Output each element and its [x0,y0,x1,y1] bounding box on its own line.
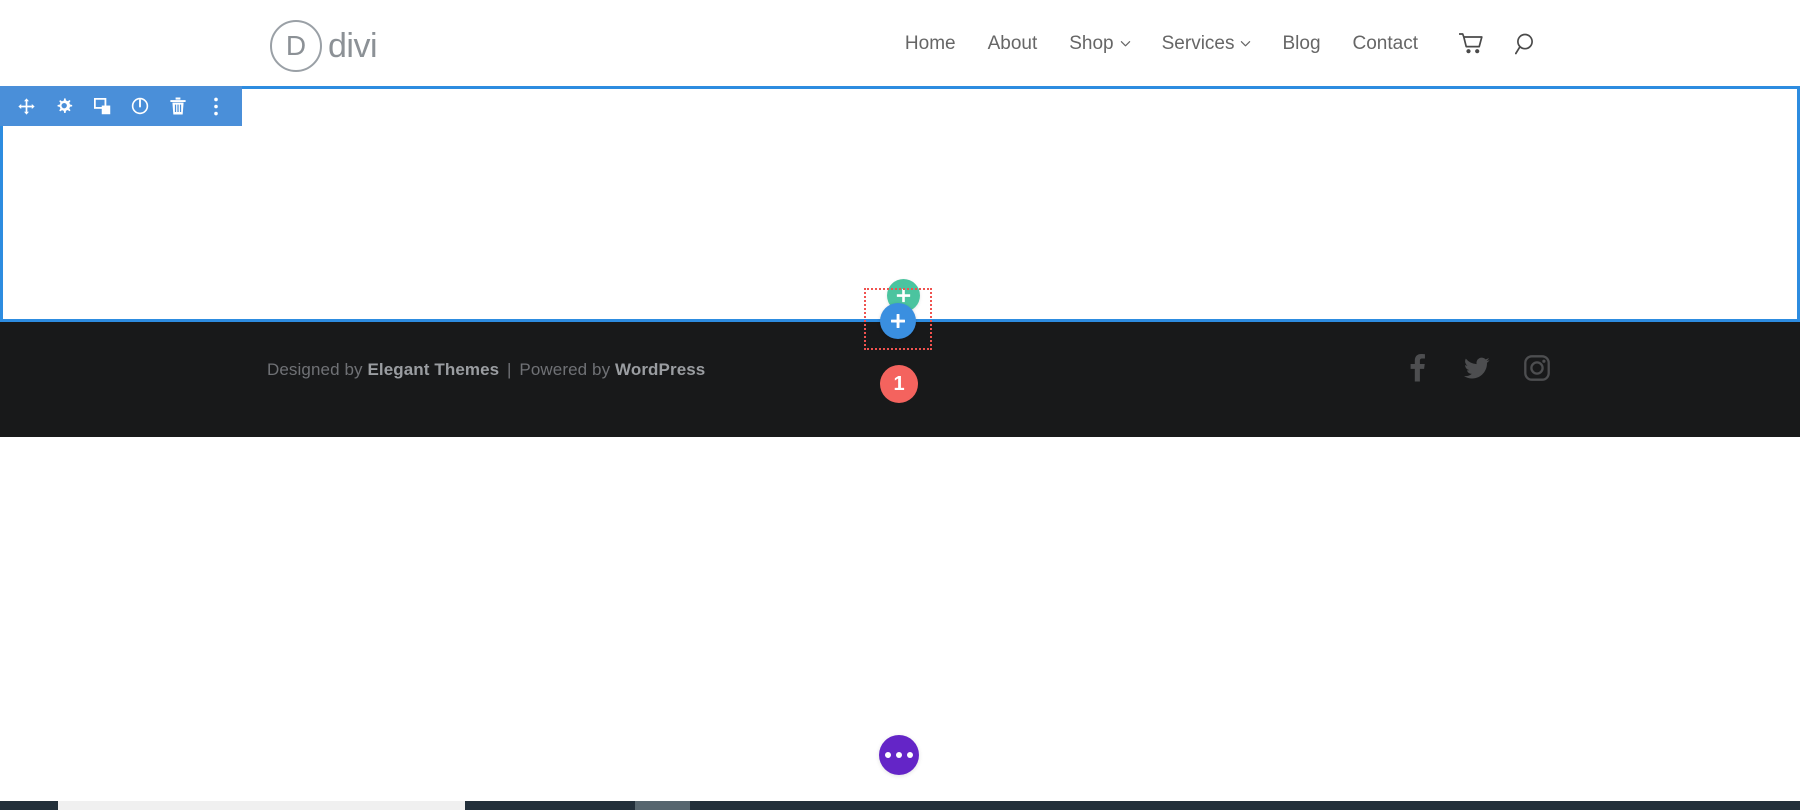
nav-item-contact-label: Contact [1352,33,1418,54]
divi-logo-icon: D [270,20,322,72]
move-icon[interactable] [10,90,42,122]
facebook-icon[interactable] [1404,354,1430,382]
cart-icon[interactable] [1448,28,1494,60]
footer-credit-separator: | [507,360,512,379]
site-logo[interactable]: D divi [270,20,378,72]
page-root: D divi Home About Shop Services Blog Con… [0,0,1800,810]
bottom-bar-progress [58,801,465,810]
nav-item-about-label: About [987,33,1038,54]
power-icon[interactable] [124,90,156,122]
more-dot-1 [885,752,891,758]
instagram-icon[interactable] [1524,354,1550,382]
nav-item-about[interactable]: About [972,33,1054,55]
divi-logo-text: divi [328,27,378,65]
trash-icon[interactable] [162,90,194,122]
divi-logo-letter: D [285,30,307,61]
footer-credit-middle: Powered by [519,360,611,379]
footer-credit-brand[interactable]: Elegant Themes [367,360,499,379]
count-badge: 1 [880,365,918,403]
more-options-button[interactable] [879,735,919,775]
nav-item-home-label: Home [904,33,956,54]
footer-credit-platform[interactable]: WordPress [615,360,705,379]
nav-item-services-label: Services [1161,33,1235,54]
bottom-status-bar[interactable] [0,801,1800,810]
nav-item-shop[interactable]: Shop [1053,33,1145,55]
footer-credit-prefix: Designed by [267,360,363,379]
nav-item-blog-label: Blog [1282,33,1321,54]
site-header: D divi Home About Shop Services Blog Con… [0,0,1800,86]
chevron-down-icon [1240,38,1251,48]
nav-item-home[interactable]: Home [889,33,972,55]
chevron-down-icon [1120,38,1130,48]
more-dot-2 [896,752,902,758]
nav-item-contact[interactable]: Contact [1337,33,1434,55]
footer-social-links [1404,354,1550,382]
twitter-icon[interactable] [1464,354,1490,382]
section-toolbar [0,86,242,126]
main-navigation: Home About Shop Services Blog Contact [889,28,1550,60]
nav-item-shop-label: Shop [1069,33,1114,54]
bottom-bar-segment [635,801,690,810]
more-dot-3 [907,752,913,758]
nav-item-blog[interactable]: Blog [1266,33,1336,55]
search-icon[interactable] [1504,28,1550,60]
more-vertical-icon[interactable] [200,90,232,122]
gear-icon[interactable] [48,90,80,122]
add-section-button[interactable] [880,303,916,339]
builder-section-highlight[interactable] [0,86,1800,322]
footer-credit-text: Designed by Elegant Themes | Powered by … [267,360,705,380]
duplicate-icon[interactable] [86,90,118,122]
nav-item-services[interactable]: Services [1146,33,1267,55]
